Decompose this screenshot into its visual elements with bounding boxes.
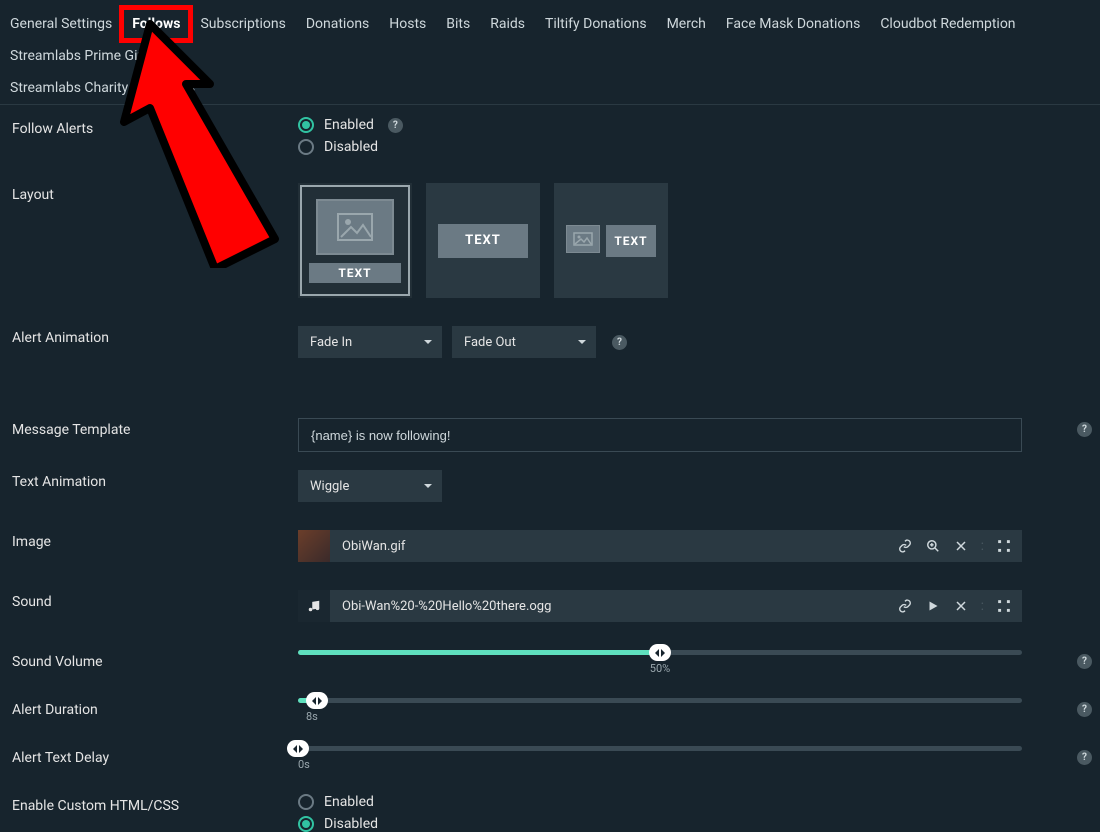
- sound-volume-slider[interactable]: 50%: [298, 650, 1022, 655]
- music-note-icon: [298, 590, 330, 622]
- disabled-text: Disabled: [324, 139, 378, 155]
- alert-text-delay-value: 0s: [298, 758, 310, 771]
- expand-icon[interactable]: [996, 538, 1012, 554]
- custom-html-radio-group: Enabled Disabled: [298, 794, 378, 832]
- tab-bits[interactable]: Bits: [436, 8, 480, 40]
- image-thumbnail: [298, 530, 330, 562]
- alert-animation-out-dropdown[interactable]: Fade Out: [452, 326, 596, 358]
- link-icon[interactable]: [897, 538, 913, 554]
- message-template-label: Message Template: [12, 418, 298, 438]
- follow-alerts-radio-group: Enabled ? Disabled: [298, 117, 403, 155]
- slider-thumb[interactable]: [287, 740, 309, 757]
- layout-text-label: TEXT: [606, 225, 656, 257]
- tab-streamlabs-charity-donations[interactable]: Streamlabs Charity Donations: [0, 72, 205, 104]
- tab-face-mask-donations[interactable]: Face Mask Donations: [716, 8, 870, 40]
- follow-alerts-label: Follow Alerts: [12, 117, 298, 137]
- help-icon[interactable]: ?: [1077, 422, 1092, 437]
- tab-hosts[interactable]: Hosts: [379, 8, 436, 40]
- layout-text-label: TEXT: [438, 224, 528, 258]
- alert-animation-in-dropdown[interactable]: Fade In: [298, 326, 442, 358]
- sound-volume-label: Sound Volume: [12, 650, 298, 670]
- custom-html-enabled-radio[interactable]: [298, 794, 314, 810]
- tab-cloudbot-redemption[interactable]: Cloudbot Redemption: [870, 8, 1025, 40]
- tab-streamlabs-prime-gift[interactable]: Streamlabs Prime Gift: [0, 40, 157, 72]
- help-icon[interactable]: ?: [388, 118, 403, 133]
- sound-file-row: Obi-Wan%20-%20Hello%20there.ogg :: [298, 590, 1022, 622]
- tab-subscriptions[interactable]: Subscriptions: [190, 8, 295, 40]
- slider-thumb[interactable]: [306, 692, 328, 709]
- tab-raids[interactable]: Raids: [480, 8, 535, 40]
- alert-duration-slider[interactable]: 8s: [298, 698, 1022, 703]
- enable-custom-html-label: Enable Custom HTML/CSS: [12, 794, 298, 814]
- close-icon[interactable]: [953, 538, 969, 554]
- link-icon[interactable]: [897, 598, 913, 614]
- image-file-name: ObiWan.gif: [330, 539, 897, 554]
- alert-text-delay-label: Alert Text Delay: [12, 746, 298, 766]
- text-animation-dropdown[interactable]: Wiggle: [298, 470, 442, 502]
- follow-alerts-enabled-radio[interactable]: [298, 117, 314, 133]
- tab-tiltify-donations[interactable]: Tiltify Donations: [535, 8, 657, 40]
- tab-donations[interactable]: Donations: [296, 8, 379, 40]
- enabled-text: Enabled: [324, 117, 374, 133]
- tab-follows[interactable]: Follows: [122, 8, 190, 40]
- layout-option-image-beside-text[interactable]: TEXT: [554, 183, 668, 298]
- image-placeholder-icon: [566, 225, 600, 253]
- sound-label: Sound: [12, 590, 298, 610]
- tab-merch[interactable]: Merch: [657, 8, 716, 40]
- message-template-input[interactable]: [298, 418, 1022, 452]
- alert-duration-label: Alert Duration: [12, 698, 298, 718]
- layout-text-label: TEXT: [309, 263, 401, 283]
- expand-icon[interactable]: [996, 598, 1012, 614]
- enabled-text: Enabled: [324, 794, 374, 810]
- help-icon[interactable]: ?: [1077, 750, 1092, 765]
- layout-label: Layout: [12, 183, 298, 203]
- close-icon[interactable]: [953, 598, 969, 614]
- sound-file-name: Obi-Wan%20-%20Hello%20there.ogg: [330, 599, 897, 614]
- layout-option-image-above-text[interactable]: TEXT: [298, 183, 412, 298]
- disabled-text: Disabled: [324, 816, 378, 832]
- help-icon[interactable]: ?: [1077, 702, 1092, 717]
- help-icon[interactable]: ?: [612, 335, 627, 350]
- play-icon[interactable]: [925, 598, 941, 614]
- alert-duration-value: 8s: [306, 710, 318, 723]
- zoom-icon[interactable]: [925, 538, 941, 554]
- image-placeholder-icon: [316, 199, 394, 255]
- sound-volume-value: 50%: [650, 662, 670, 675]
- custom-html-disabled-radio[interactable]: [298, 816, 314, 832]
- follow-alerts-disabled-radio[interactable]: [298, 139, 314, 155]
- image-file-row: ObiWan.gif :: [298, 530, 1022, 562]
- tab-general-settings[interactable]: General Settings: [0, 8, 122, 40]
- text-animation-label: Text Animation: [12, 470, 298, 490]
- settings-tabs: General Settings Follows Subscriptions D…: [0, 0, 1100, 105]
- help-icon[interactable]: ?: [1077, 654, 1092, 669]
- image-label: Image: [12, 530, 298, 550]
- alert-animation-label: Alert Animation: [12, 326, 298, 346]
- layout-option-text-only[interactable]: TEXT: [426, 183, 540, 298]
- alert-text-delay-slider[interactable]: 0s: [298, 746, 1022, 751]
- slider-thumb[interactable]: [649, 644, 671, 661]
